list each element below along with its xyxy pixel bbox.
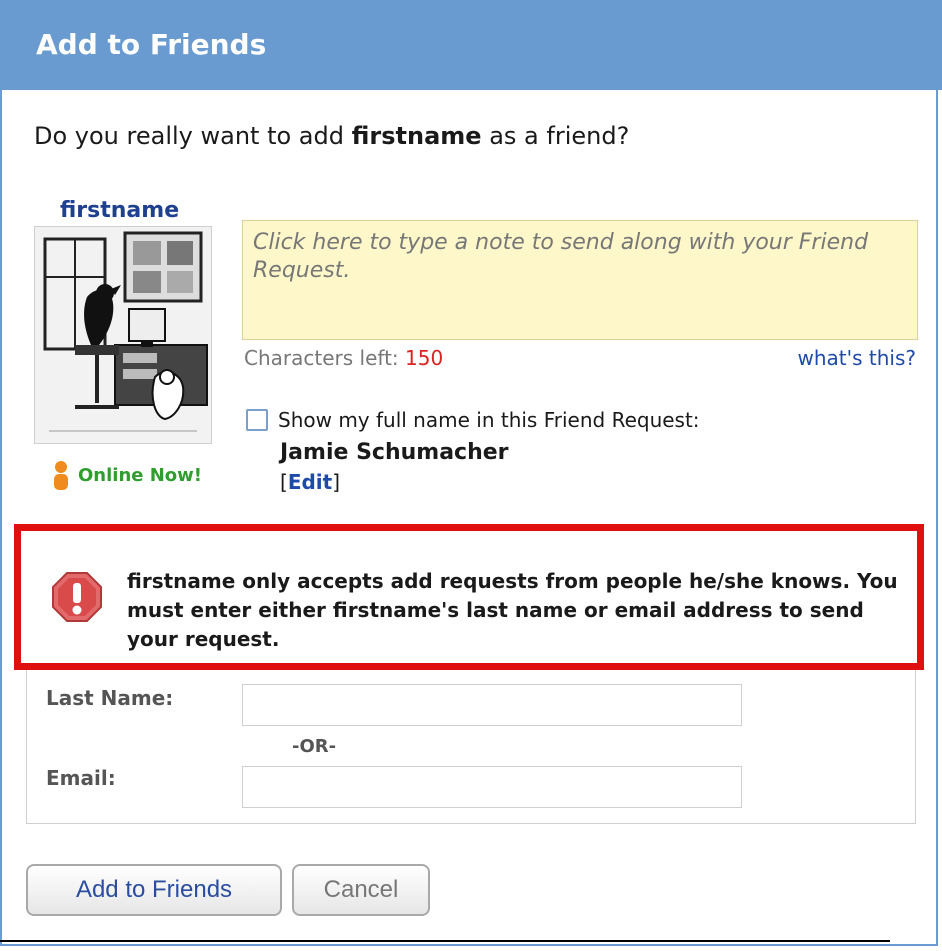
last-name-input[interactable] <box>242 684 742 726</box>
show-full-name-option[interactable]: Show my full name in this Friend Request… <box>246 408 700 432</box>
question-prefix: Do you really want to add <box>34 122 352 150</box>
edit-name: [Edit] <box>280 470 340 494</box>
bottom-border <box>0 940 890 942</box>
show-full-name-label: Show my full name in this Friend Request… <box>278 408 700 432</box>
person-icon <box>52 460 70 490</box>
add-to-friends-button[interactable]: Add to Friends <box>26 864 282 916</box>
online-status-label: Online Now! <box>78 464 203 486</box>
profile-photo[interactable] <box>34 226 212 444</box>
question-name: firstname <box>351 122 482 150</box>
requirement-alert: firstname only accepts add requests from… <box>14 524 924 670</box>
edit-bracket-open: [ <box>280 470 288 494</box>
email-input[interactable] <box>242 766 742 808</box>
online-status: Online Now! <box>52 460 202 490</box>
whats-this-link[interactable]: what's this? <box>797 346 916 370</box>
alert-message: firstname only accepts add requests from… <box>127 569 898 651</box>
cancel-button[interactable]: Cancel <box>292 864 430 916</box>
error-icon <box>51 571 103 623</box>
confirmation-question: Do you really want to add firstname as a… <box>34 122 629 150</box>
show-full-name-checkbox[interactable] <box>246 409 268 431</box>
user-full-name: Jamie Schumacher <box>280 440 509 465</box>
profile-photo-illustration <box>35 227 211 443</box>
profile-name-link[interactable]: firstname <box>60 198 179 223</box>
last-name-label: Last Name: <box>46 686 174 710</box>
question-suffix: as a friend? <box>481 122 630 150</box>
edit-name-link[interactable]: Edit <box>288 470 332 494</box>
characters-left-label: Characters left: <box>244 346 399 370</box>
characters-left: Characters left: 150 <box>244 346 443 370</box>
dialog-title: Add to Friends <box>36 28 267 61</box>
or-separator: -OR- <box>292 736 337 757</box>
dialog-titlebar: Add to Friends <box>0 0 942 90</box>
characters-left-count: 150 <box>405 346 444 370</box>
email-label: Email: <box>46 766 116 790</box>
edit-bracket-close: ] <box>332 470 341 494</box>
friend-request-note-input[interactable] <box>242 220 918 340</box>
